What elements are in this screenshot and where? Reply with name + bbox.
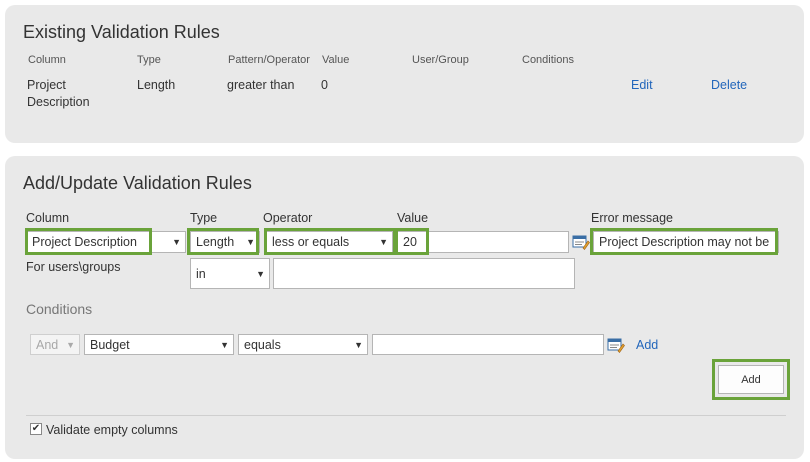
cell-column-line2: Description [27,95,90,109]
condition-value-input[interactable] [372,334,604,355]
value-label: Value [397,211,429,225]
condition-logic-value: And [36,337,59,352]
chevron-down-icon: ▼ [379,237,388,247]
error-message-label: Error message [591,211,673,225]
validate-empty-checkbox[interactable]: ✔ [30,423,42,435]
conditions-label: Conditions [26,301,93,317]
header-conditions: Conditions [522,54,574,66]
operator-label: Operator [263,211,313,225]
chevron-down-icon: ▼ [172,237,181,247]
error-message-input[interactable]: Project Description may not be [593,231,779,253]
header-value: Value [322,54,350,66]
column-label: Column [26,211,70,225]
edit-link[interactable]: Edit [631,78,653,92]
field-picker-icon[interactable] [572,233,590,251]
chevron-down-icon: ▼ [354,339,363,350]
header-type: Type [137,54,161,66]
condition-field-picker-icon[interactable] [607,336,625,354]
chevron-down-icon: ▼ [256,268,265,279]
add-rule-button[interactable]: Add [718,365,784,394]
error-message-text: Project Description may not be [599,235,770,249]
condition-field-value: Budget [90,337,130,352]
header-user-group: User/Group [412,54,469,66]
divider [26,415,786,416]
operator-select-value: less or equals [272,235,350,249]
chevron-down-icon: ▼ [220,339,229,350]
condition-field-select[interactable]: Budget ▼ [84,334,234,355]
users-operator-value: in [196,266,206,281]
validate-empty-label: Validate empty columns [46,423,178,437]
cell-column-line1: Project [27,78,66,92]
users-operator-select[interactable]: in ▼ [190,258,270,289]
for-users-label: For users\groups [26,260,121,274]
users-input[interactable] [273,258,575,289]
condition-operator-value: equals [244,337,281,352]
add-update-panel: Add/Update Validation Rules Column Type … [5,156,804,459]
cell-type: Length [137,78,176,92]
existing-rules-panel: Existing Validation Rules Column Type Pa… [5,5,804,143]
cell-column: Project Description [27,77,90,111]
cell-operator: greater than [227,78,295,92]
cell-value: 0 [321,78,328,92]
chevron-down-icon: ▼ [246,237,255,247]
condition-operator-select[interactable]: equals ▼ [238,334,368,355]
column-select-value: Project Description [32,235,137,249]
type-select-value: Length [196,235,235,249]
header-column: Column [28,54,66,66]
header-pattern-operator: Pattern/Operator [228,54,310,66]
existing-rules-title: Existing Validation Rules [23,22,220,42]
add-update-title: Add/Update Validation Rules [23,173,252,193]
value-input-text: 20 [403,235,417,249]
condition-logic-select: And ▼ [30,334,80,355]
chevron-down-icon: ▼ [66,339,75,350]
type-select[interactable]: Length ▼ [190,231,260,253]
delete-link[interactable]: Delete [711,78,747,92]
type-label: Type [190,211,218,225]
value-input[interactable]: 20 [397,231,569,253]
operator-select[interactable]: less or equals ▼ [266,231,393,253]
column-select[interactable]: Project Description ▼ [26,231,186,253]
add-condition-link[interactable]: Add [636,338,658,352]
